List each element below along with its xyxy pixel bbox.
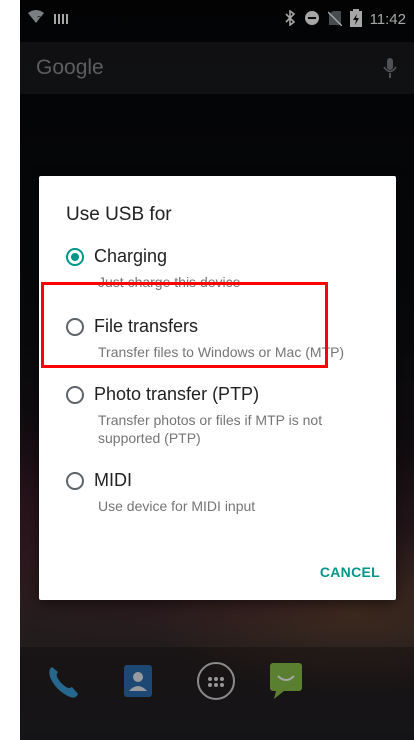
use-usb-dialog: Use USB for Charging Just charge this de… xyxy=(39,176,396,600)
home-screen: ? 11:42 Google Use USB for Charging Just… xyxy=(20,0,414,740)
option-midi-description: Use device for MIDI input xyxy=(98,498,256,514)
option-photo-transfer[interactable]: Photo transfer (PTP) Transfer photos or … xyxy=(66,384,386,447)
highlight-box xyxy=(41,282,328,368)
dialog-title: Use USB for xyxy=(66,204,172,225)
option-midi-label: MIDI xyxy=(94,470,132,490)
option-photo-transfer-label: Photo transfer (PTP) xyxy=(94,384,260,404)
option-midi[interactable]: MIDI Use device for MIDI input xyxy=(66,470,386,515)
radio-charging-checked[interactable] xyxy=(66,247,84,266)
option-photo-transfer-description: Transfer photos or files if MTP is not s… xyxy=(98,412,323,446)
radio-photo-transfer[interactable] xyxy=(66,385,84,404)
option-charging-label: Charging xyxy=(94,246,168,266)
cancel-button[interactable]: CANCEL xyxy=(314,560,386,584)
radio-midi[interactable] xyxy=(66,471,84,490)
